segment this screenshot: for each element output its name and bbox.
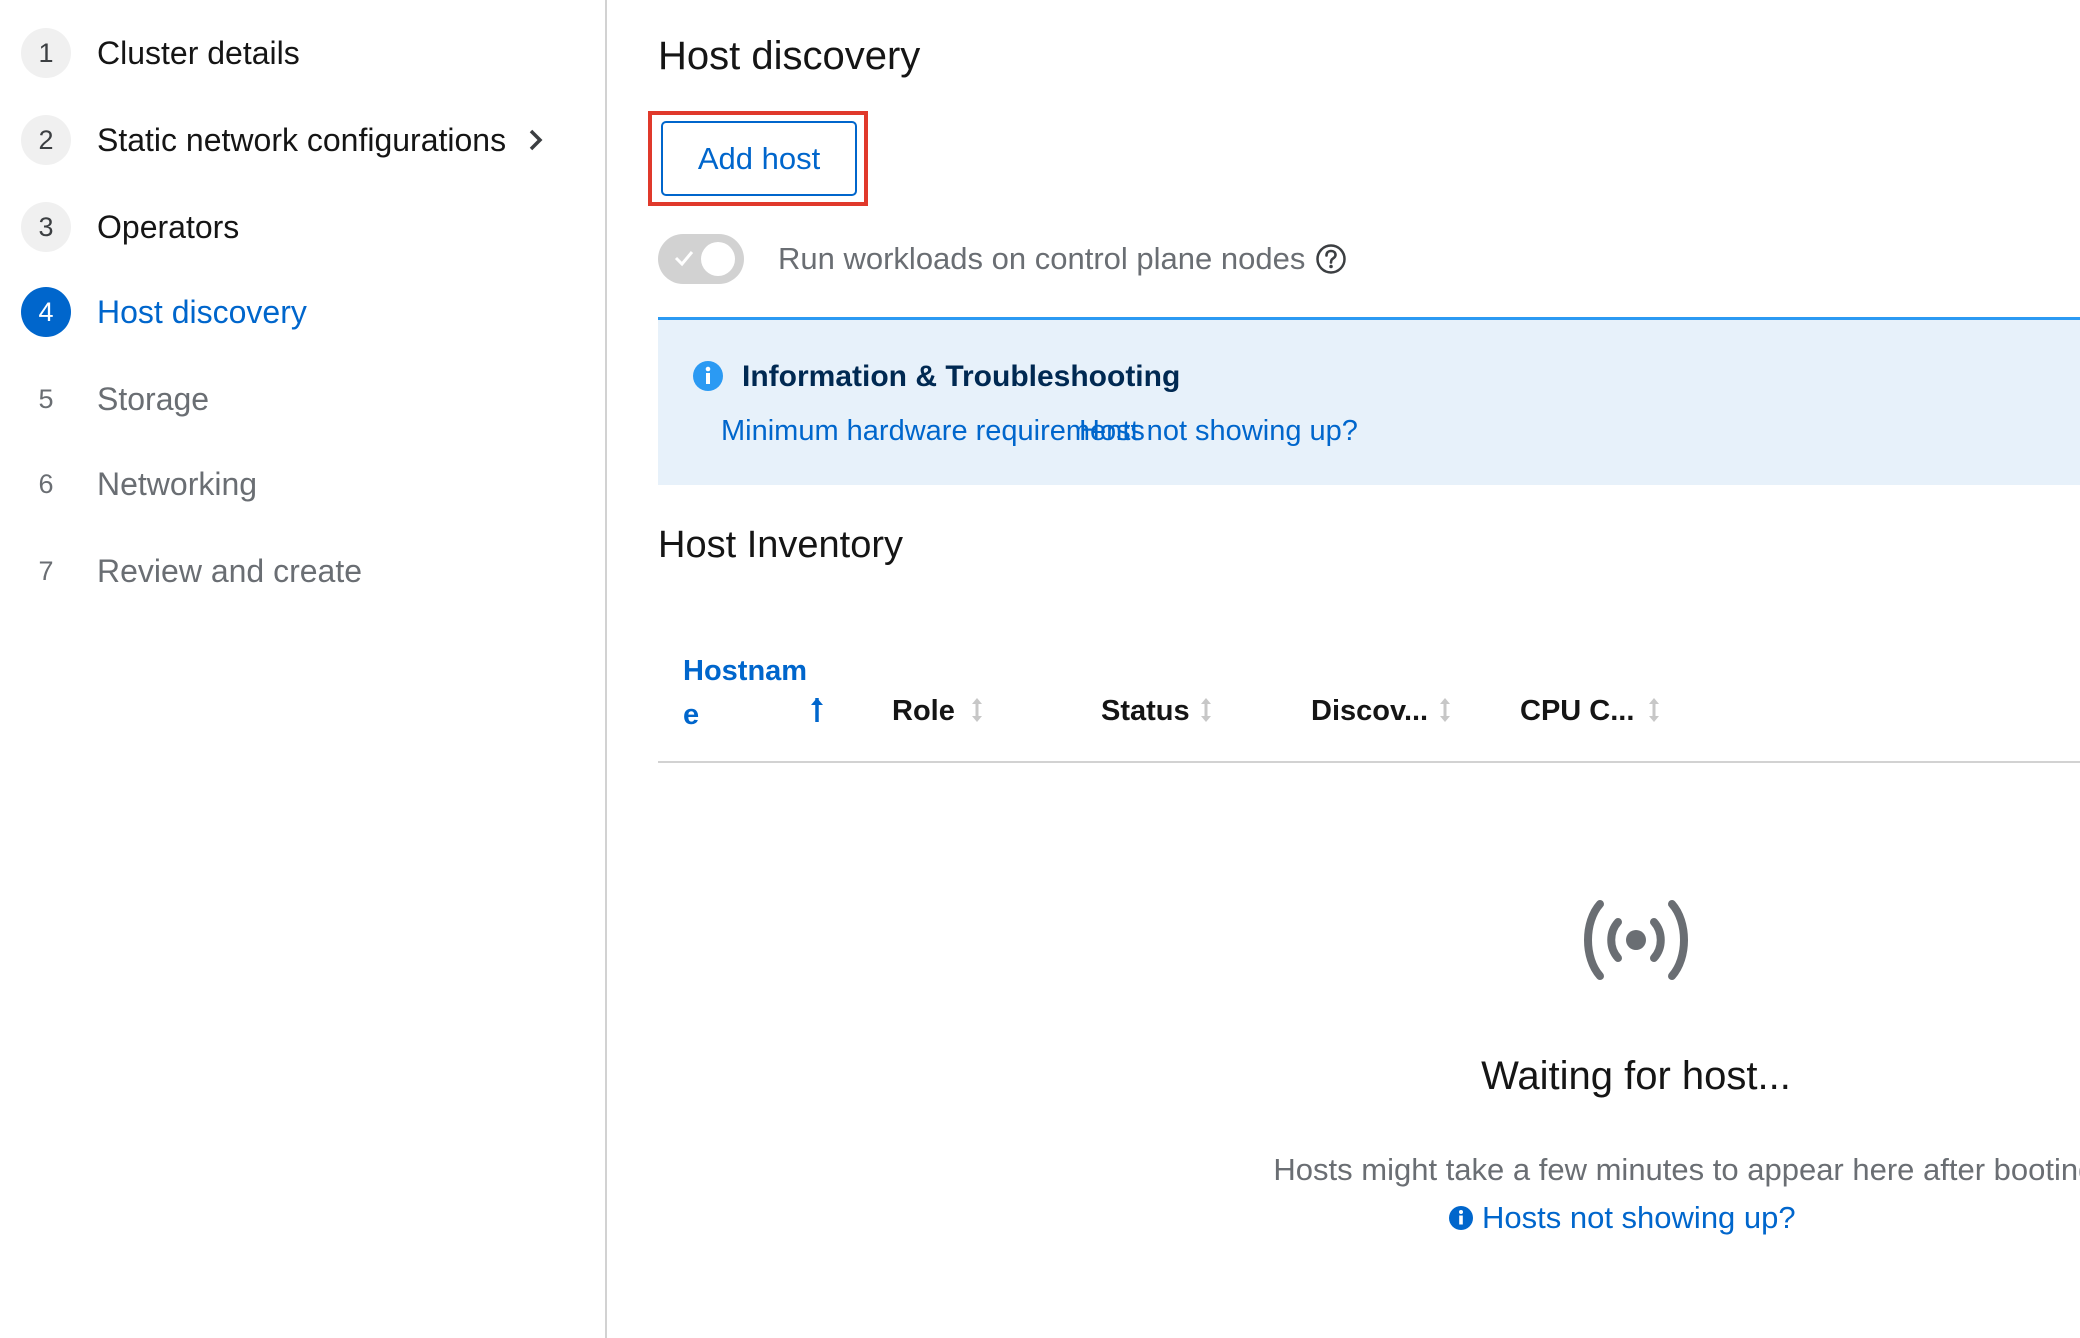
info-circle-icon bbox=[693, 361, 723, 391]
column-hostname[interactable]: Hostnam e bbox=[683, 649, 807, 737]
wizard-step-networking[interactable]: 6 Networking bbox=[21, 458, 257, 510]
chevron-right-icon[interactable] bbox=[528, 129, 550, 151]
help-icon[interactable] bbox=[1315, 243, 1347, 275]
wizard-step-storage[interactable]: 5 Storage bbox=[21, 373, 209, 425]
step-label: Networking bbox=[97, 465, 258, 502]
host-not-showing-link[interactable]: Host not showing up? bbox=[1079, 415, 1358, 448]
toggle-label: Run workloads on control plane nodes bbox=[778, 241, 1306, 276]
step-number: 1 bbox=[21, 28, 71, 78]
step-number: 7 bbox=[38, 555, 54, 586]
info-alert: Information & Troubleshooting Minimum ha… bbox=[658, 317, 2080, 485]
wizard-step-static-network[interactable]: 2 Static network configurations bbox=[21, 114, 550, 166]
link-label: Hosts not showing up? bbox=[1482, 1200, 1796, 1235]
wizard-step-host-discovery[interactable]: 4 Host discovery bbox=[21, 286, 307, 338]
wizard-step-cluster-details[interactable]: 1 Cluster details bbox=[21, 27, 300, 79]
column-status[interactable]: Status bbox=[1101, 695, 1190, 728]
empty-state-body: Hosts might take a few minutes to appear… bbox=[1273, 1152, 2080, 1187]
wizard-step-operators[interactable]: 3 Operators bbox=[21, 201, 239, 253]
sort-icon[interactable] bbox=[1197, 694, 1215, 726]
broadcast-icon bbox=[1584, 900, 1688, 980]
step-label: Static network configurations bbox=[97, 121, 507, 158]
wizard-nav: 1 Cluster details 2 Static network confi… bbox=[0, 0, 607, 1338]
column-cpu-cores[interactable]: CPU C... bbox=[1520, 695, 1634, 728]
hosts-not-showing-link[interactable]: Hosts not showing up? bbox=[1448, 1200, 1796, 1236]
wizard-step-review-create[interactable]: 7 Review and create bbox=[21, 545, 362, 597]
control-plane-workloads-row: Run workloads on control plane nodes bbox=[658, 234, 1347, 284]
step-number: 3 bbox=[21, 202, 71, 252]
column-role[interactable]: Role bbox=[892, 695, 955, 728]
sort-icon[interactable] bbox=[968, 694, 986, 726]
sort-icon[interactable] bbox=[1645, 694, 1663, 726]
empty-state-title: Waiting for host... bbox=[1481, 1054, 1791, 1098]
sort-icon[interactable] bbox=[1436, 694, 1454, 726]
host-table-header: Hostnam e Role Status Discov... CPU C... bbox=[658, 625, 2080, 763]
column-label: e bbox=[683, 699, 700, 731]
column-discovered[interactable]: Discov... bbox=[1311, 695, 1428, 728]
page-title: Host discovery bbox=[658, 34, 921, 78]
sort-ascending-icon[interactable] bbox=[808, 694, 826, 726]
step-label: Review and create bbox=[97, 552, 363, 589]
check-icon bbox=[674, 251, 694, 267]
step-number: 4 bbox=[21, 287, 71, 337]
step-number: 2 bbox=[21, 115, 71, 165]
control-plane-workloads-toggle[interactable] bbox=[658, 234, 744, 284]
toggle-knob bbox=[701, 242, 735, 276]
info-circle-icon bbox=[1449, 1206, 1473, 1230]
host-inventory-title: Host Inventory bbox=[658, 524, 903, 566]
step-number: 5 bbox=[38, 383, 54, 414]
alert-title: Information & Troubleshooting bbox=[742, 360, 1181, 393]
main-content: Host discovery Add host Run workloads on… bbox=[608, 0, 2080, 1338]
add-host-button[interactable]: Add host bbox=[661, 121, 857, 196]
step-label: Host discovery bbox=[97, 293, 307, 330]
column-label: Hostnam bbox=[683, 655, 808, 687]
step-label: Storage bbox=[97, 380, 210, 417]
step-number: 6 bbox=[38, 468, 54, 499]
step-label: Operators bbox=[97, 208, 240, 245]
step-label: Cluster details bbox=[97, 34, 300, 71]
